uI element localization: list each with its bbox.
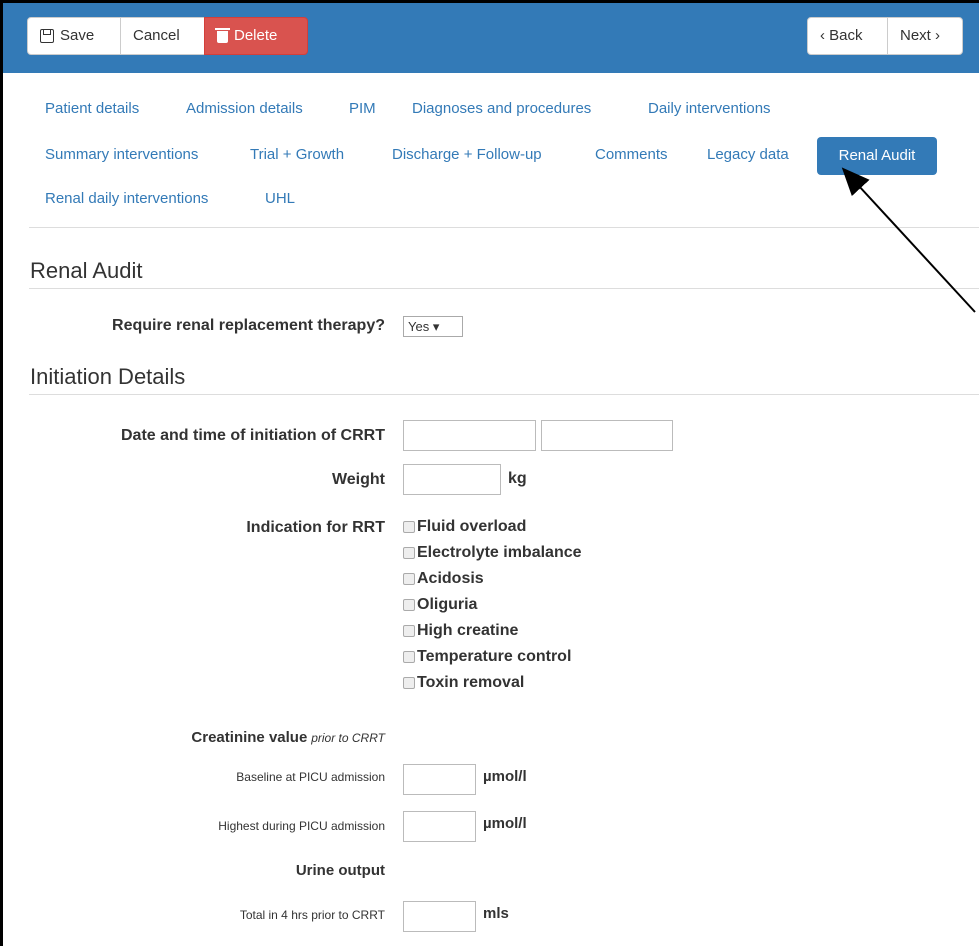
annotation-arrow — [841, 167, 976, 313]
